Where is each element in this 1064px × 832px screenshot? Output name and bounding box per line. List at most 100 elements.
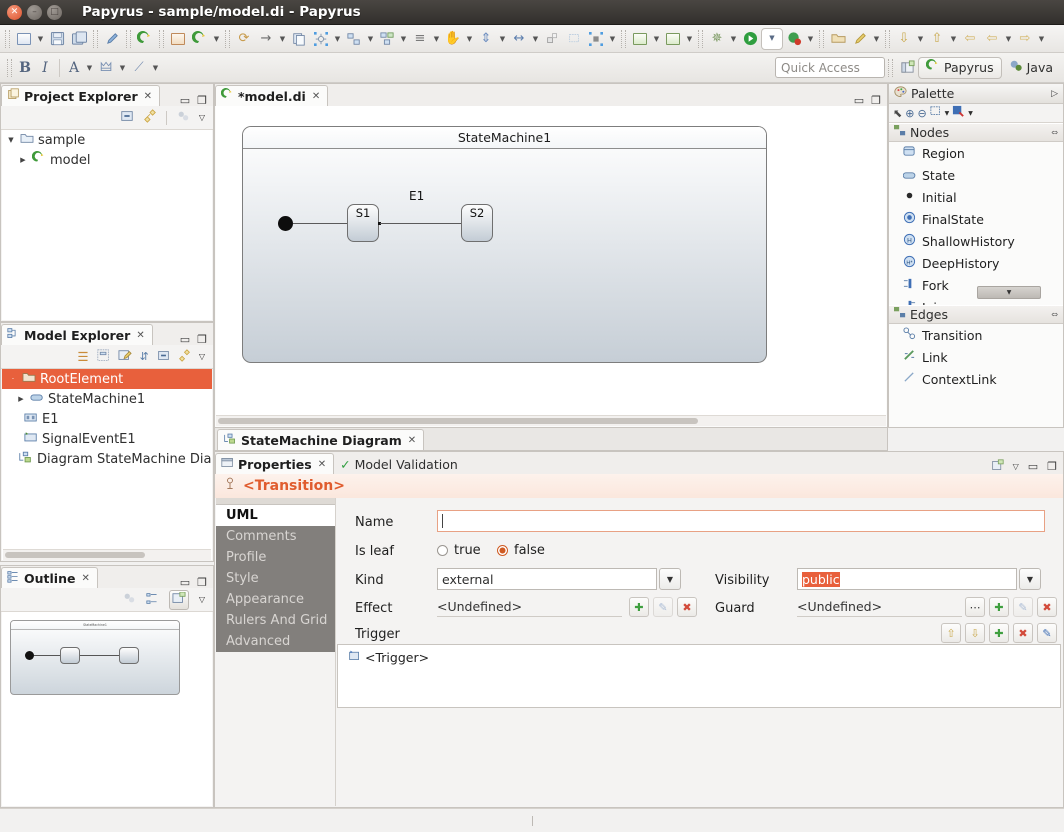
close-icon[interactable]: ✕	[312, 91, 320, 102]
state-node-s2[interactable]: S2	[461, 204, 493, 242]
trigger-list-item[interactable]: <Trigger>	[338, 645, 1060, 665]
view-menu-icon[interactable]: ▽	[199, 113, 205, 122]
chevron-down-icon[interactable]: ▼	[35, 28, 46, 50]
minimize-icon[interactable]: ▭	[180, 577, 190, 588]
toolbar-grip[interactable]	[7, 58, 12, 77]
is-leaf-radio-true[interactable]: true	[437, 543, 481, 558]
fill-color-icon[interactable]: 🜲	[95, 57, 117, 79]
is-leaf-radio-false[interactable]: false	[497, 543, 545, 558]
toolbar-grip[interactable]	[885, 29, 890, 48]
expand-arrow-icon[interactable]: ▶	[16, 395, 26, 403]
chevron-down-icon[interactable]: ▼	[332, 28, 343, 50]
maximize-icon[interactable]: ❐	[197, 95, 207, 106]
trigger-edit-button[interactable]: ✎	[1037, 623, 1057, 643]
back-history-icon[interactable]: ⇦	[981, 28, 1003, 50]
thumbnail-icon[interactable]	[168, 589, 189, 610]
trigger-move-down-button[interactable]: ⇩	[965, 623, 985, 643]
close-icon[interactable]: ✕	[81, 573, 89, 584]
gear-icon[interactable]: ✵	[706, 28, 728, 50]
palette-scroll-handle[interactable]: ▼	[977, 286, 1041, 299]
font-color-button[interactable]: A	[64, 60, 84, 76]
maximize-icon[interactable]: ❐	[1047, 461, 1057, 472]
package-icon[interactable]	[662, 28, 684, 50]
collapse-all-icon[interactable]	[120, 109, 134, 126]
link-with-editor-icon[interactable]	[143, 109, 157, 126]
copy-icon[interactable]	[288, 28, 310, 50]
select-icon[interactable]: ⬉	[893, 107, 902, 120]
list-icon[interactable]: ☰	[77, 349, 88, 364]
tree-item-model[interactable]: ▶ model	[2, 150, 212, 170]
save-all-icon[interactable]	[68, 28, 90, 50]
hand-icon[interactable]: ✋	[442, 28, 464, 50]
trigger-delete-button[interactable]: ✖	[1013, 623, 1033, 643]
model-explorer-hscrollbar[interactable]	[3, 549, 211, 560]
effect-edit-button[interactable]: ✎	[653, 597, 673, 617]
outline-thumbnail[interactable]: StateMachine1	[10, 620, 180, 695]
chevron-down-icon[interactable]: ▼	[398, 28, 409, 50]
palette-item-finalstate[interactable]: FinalState	[889, 208, 1063, 230]
quick-access-input[interactable]: Quick Access	[775, 57, 886, 78]
view-menu-icon[interactable]: ▽	[199, 595, 205, 604]
palette-item-shallowhistory[interactable]: H ShallowHistory	[889, 230, 1063, 252]
tab-properties[interactable]: Properties ✕	[215, 453, 335, 474]
drawer-pin-icon[interactable]: ⇔	[1051, 128, 1058, 137]
tab-outline[interactable]: Outline ✕	[1, 567, 98, 588]
new-file-icon[interactable]	[13, 28, 35, 50]
link-icon[interactable]	[178, 348, 191, 365]
tab-statemachine-diagram[interactable]: StateMachine Diagram ✕	[217, 429, 425, 450]
chevron-down-icon[interactable]: ▼	[805, 28, 816, 50]
run-icon[interactable]	[739, 28, 761, 50]
flip-icon[interactable]: ⇕	[475, 28, 497, 50]
guard-browse-button[interactable]: ⋯	[965, 597, 985, 617]
chevron-down-icon[interactable]: ▼	[1036, 28, 1047, 50]
visibility-combo-dropdown[interactable]: ▼	[1019, 568, 1041, 590]
format-icon[interactable]	[952, 105, 965, 121]
chevron-down-icon[interactable]: ▼	[607, 28, 618, 50]
kind-combo[interactable]: external	[437, 568, 657, 590]
edge-s1-to-s2[interactable]	[380, 223, 467, 224]
debug-icon[interactable]	[783, 28, 805, 50]
pen-icon[interactable]	[101, 28, 123, 50]
section-uml[interactable]: UML	[216, 505, 335, 526]
minimize-icon[interactable]: ▭	[1028, 461, 1038, 472]
overview-icon[interactable]	[122, 591, 136, 608]
select-all-icon[interactable]	[310, 28, 332, 50]
trigger-list[interactable]: <Trigger>	[337, 644, 1061, 708]
section-advanced[interactable]: Advanced	[216, 631, 335, 652]
section-comments[interactable]: Comments	[216, 526, 335, 547]
tree-item-diagram[interactable]: Diagram StateMachine Diagr	[2, 449, 212, 469]
minimize-button[interactable]: –	[27, 4, 42, 20]
chevron-down-icon[interactable]: ▼	[968, 110, 973, 117]
palette-item-initial[interactable]: Initial	[889, 186, 1063, 208]
sort-icon[interactable]: ⇵	[140, 350, 149, 363]
close-icon[interactable]: ✕	[136, 330, 144, 341]
next-annotation-icon[interactable]: ⇩	[893, 28, 915, 50]
arrow-right-icon[interactable]: →	[255, 28, 277, 50]
trigger-add-button[interactable]: ✚	[989, 623, 1009, 643]
chevron-down-icon[interactable]: ▼	[728, 28, 739, 50]
drawer-pin-icon[interactable]: ⇔	[1051, 310, 1058, 319]
tab-model-explorer[interactable]: Model Explorer ✕	[1, 324, 153, 345]
tree-item-sample[interactable]: ▼ sample	[2, 130, 212, 150]
statemachine-frame[interactable]: StateMachine1 S1 E1 S2	[242, 126, 767, 363]
chevron-down-icon[interactable]: ▼	[365, 28, 376, 50]
section-list-scroll-top[interactable]	[216, 498, 335, 505]
tab-project-explorer[interactable]: Project Explorer ✕	[1, 85, 161, 106]
outline-body[interactable]: StateMachine1	[2, 612, 212, 806]
expand-arrow-icon[interactable]: ·	[8, 375, 18, 383]
marquee-icon[interactable]	[930, 105, 942, 121]
model-explorer-tree[interactable]: · RootElement ▶ StateMachine1 E1 SignalE…	[2, 369, 212, 560]
chevron-down-icon[interactable]: ▼	[464, 28, 475, 50]
editor-hscrollbar[interactable]	[216, 415, 886, 426]
minimize-icon[interactable]: ▭	[180, 95, 190, 106]
tree-item-signalevente1[interactable]: SignalEventE1	[2, 429, 212, 449]
toolbar-grip[interactable]	[621, 29, 626, 48]
initial-node[interactable]	[278, 216, 293, 231]
close-icon[interactable]: ✕	[318, 459, 326, 470]
minimize-icon[interactable]: ▭	[180, 334, 190, 345]
maximize-icon[interactable]: ❐	[871, 95, 881, 106]
toolbar-grip[interactable]	[225, 29, 230, 48]
expand-arrow-icon[interactable]: ▶	[18, 156, 28, 164]
trigger-move-up-button[interactable]: ⇧	[941, 623, 961, 643]
chevron-down-icon[interactable]: ▼	[150, 57, 161, 79]
